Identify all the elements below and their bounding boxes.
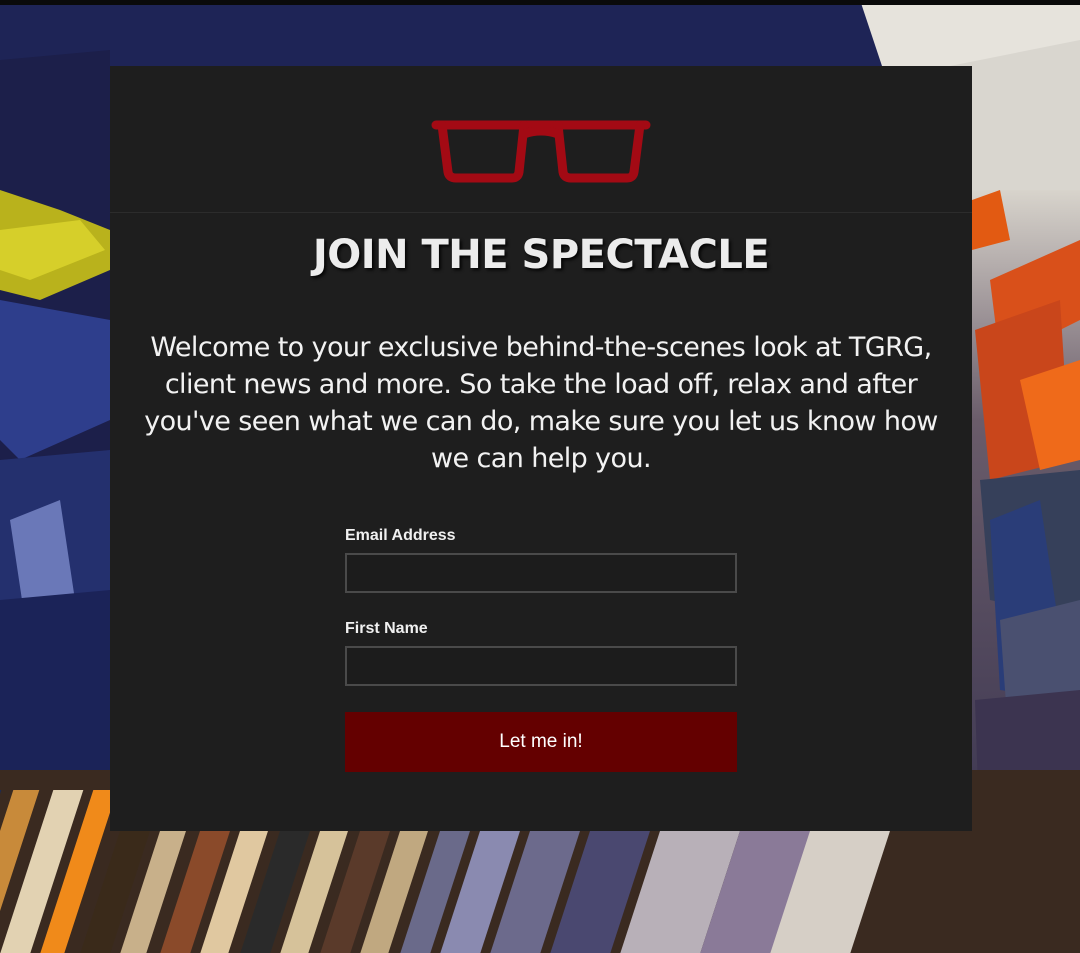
intro-text: Welcome to your exclusive behind-the-sce…: [144, 332, 938, 474]
signup-card: JOIN THE SPECTACLE Welcome to your exclu…: [110, 66, 972, 831]
first-name-field[interactable]: [345, 646, 737, 686]
page-title: JOIN THE SPECTACLE: [312, 232, 770, 278]
email-label: Email Address: [345, 527, 456, 544]
first-name-field-group: First Name: [345, 617, 737, 686]
first-name-label: First Name: [345, 620, 428, 637]
email-field-group: Email Address: [345, 524, 737, 593]
card-header: [110, 66, 972, 213]
top-bar: [0, 0, 1080, 5]
signup-form: Email Address First Name Let me in!: [345, 524, 737, 772]
email-field[interactable]: [345, 553, 737, 593]
page: JOIN THE SPECTACLE Welcome to your exclu…: [0, 0, 1080, 953]
eyeglasses-icon: [431, 120, 651, 183]
submit-button[interactable]: Let me in!: [345, 712, 737, 772]
